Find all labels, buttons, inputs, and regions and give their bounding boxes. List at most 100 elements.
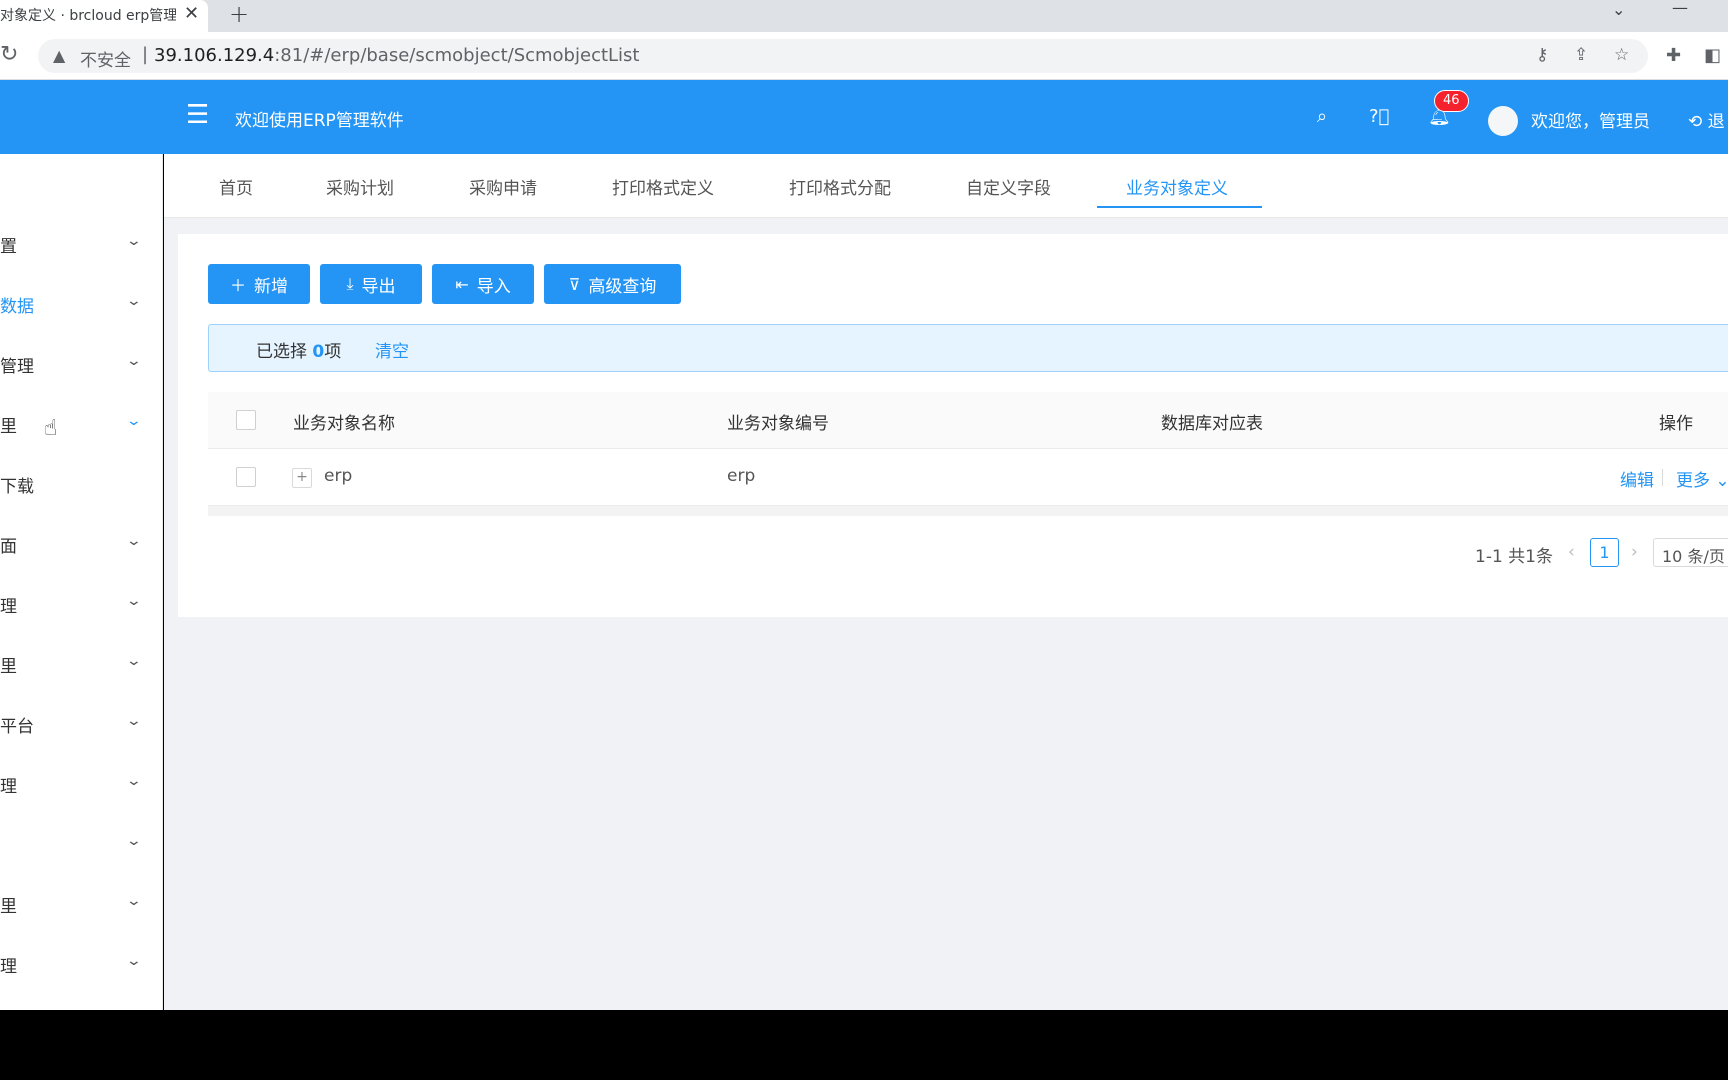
user-greeting[interactable]: 欢迎您，管理员 [1531, 107, 1650, 132]
chevron-down-icon: ⌄ [125, 413, 143, 429]
sidebar-item-1[interactable]: 数据 ⌄ [0, 283, 163, 323]
column-header-name[interactable]: 业务对象名称 [293, 409, 395, 434]
table-row[interactable]: + erp erp 编辑 更多 ⌄ [208, 449, 1728, 506]
export-button-label: 导出 [361, 276, 396, 297]
chevron-down-icon: ⌄ [125, 653, 143, 669]
more-dropdown[interactable]: 更多 ⌄ [1676, 466, 1728, 491]
sidebar-item-4[interactable]: 下载 [0, 463, 163, 503]
logout-label: 退 [1707, 112, 1725, 132]
column-header-actions: 操作 [1659, 414, 1693, 434]
sidebar: 置 ⌄ 数据 ⌄ 管理 ⌄ 里 ⌄ 下载 面 ⌄ 理 ⌄ 里 ⌄ 平台 ⌄ 理 … [0, 154, 163, 1010]
table-scrollbar-track[interactable] [208, 506, 1728, 516]
plus-icon: ＋ [229, 276, 246, 295]
add-button[interactable]: ＋ 新增 [208, 264, 310, 304]
sidebar-item-label: 置 [0, 237, 17, 257]
sidebar-item-2[interactable]: 管理 ⌄ [0, 343, 163, 383]
star-icon[interactable]: ☆ [1614, 45, 1629, 65]
page-size-select[interactable]: 10 条/页 [1653, 538, 1728, 567]
row-checkbox[interactable] [236, 467, 256, 487]
reload-icon[interactable]: ↻ [0, 42, 18, 67]
menu-fold-icon[interactable]: ☰ [186, 100, 209, 130]
chevron-down-icon: ⌄ [125, 353, 143, 369]
browser-tab[interactable]: 对象定义 · brcloud erp管理 ✕ [0, 0, 208, 32]
new-tab-button[interactable]: + [229, 0, 249, 28]
tab-search-chevron-icon[interactable]: ⌄ [1612, 0, 1625, 19]
address-bar[interactable]: ▲ 不安全 | 39.106.129.4:81/#/erp/base/scmob… [38, 39, 1648, 73]
clear-selection-link[interactable]: 清空 [375, 337, 409, 362]
active-tab-indicator [1097, 206, 1262, 208]
sidebar-item-6[interactable]: 理 ⌄ [0, 583, 163, 623]
chevron-down-icon: ⌄ [1715, 471, 1728, 491]
url-text[interactable]: 39.106.129.4:81/#/erp/base/scmobject/Scm… [154, 45, 639, 66]
action-divider [1662, 469, 1663, 486]
logout-button[interactable]: ⟲ 退 [1688, 107, 1725, 132]
warning-icon[interactable]: ▲ [53, 46, 65, 65]
tab-home[interactable]: 首页 [219, 174, 253, 199]
url-host: 39.106.129.4 [154, 45, 275, 66]
sidebar-item-12[interactable]: 理 ⌄ [0, 943, 163, 983]
screen-bottom-bar [0, 1010, 1728, 1080]
sidebar-item-11[interactable]: 里 ⌄ [0, 883, 163, 923]
key-icon[interactable]: ⚷ [1536, 45, 1548, 65]
sidebar-item-label: 数据 [0, 297, 34, 317]
tab-print-format-assignment[interactable]: 打印格式分配 [789, 174, 891, 199]
insecure-label[interactable]: 不安全 [80, 46, 131, 71]
sidebar-item-7[interactable]: 里 ⌄ [0, 643, 163, 683]
extensions-icon[interactable]: ✚ [1666, 45, 1681, 66]
page-number-current[interactable]: 1 [1590, 538, 1619, 567]
sidebar-item-3[interactable]: 里 ⌄ [0, 403, 163, 443]
download-icon: ⤓ [346, 274, 354, 293]
import-button[interactable]: ⇤ 导入 [432, 264, 534, 304]
browser-toolbar: ↻ ▲ 不安全 | 39.106.129.4:81/#/erp/base/scm… [0, 32, 1728, 80]
sidebar-item-8[interactable]: 平台 ⌄ [0, 703, 163, 743]
select-all-checkbox[interactable] [236, 410, 256, 430]
sidebar-item-label: 理 [0, 777, 17, 797]
share-icon[interactable]: ⇪ [1574, 45, 1588, 65]
table-header: 业务对象名称 业务对象编号 数据库对应表 操作 [208, 392, 1728, 449]
selection-suffix: 项 [324, 342, 342, 362]
close-tab-icon[interactable]: ✕ [184, 3, 199, 24]
tab-purchase-request[interactable]: 采购申请 [469, 174, 537, 199]
tab-purchase-plan[interactable]: 采购计划 [326, 174, 394, 199]
export-button[interactable]: ⤓ 导出 [320, 264, 422, 304]
sidebar-item-label: 里 [0, 417, 17, 437]
sidebar-item-10[interactable]: ⌄ [0, 823, 163, 863]
column-header-code[interactable]: 业务对象编号 [727, 409, 829, 434]
logout-icon: ⟲ [1688, 112, 1703, 132]
address-separator: | [142, 44, 149, 65]
avatar[interactable] [1488, 106, 1518, 136]
page-tabs: 首页 采购计划 采购申请 打印格式定义 打印格式分配 自定义字段 业务对象定义 [164, 154, 1728, 218]
edit-link[interactable]: 编辑 [1620, 466, 1654, 491]
url-path: :81/#/erp/base/scmobject/ScmobjectList [274, 45, 640, 66]
help-icon[interactable]: ?⃝ [1369, 106, 1389, 127]
side-panel-icon[interactable]: ◧ [1704, 45, 1721, 66]
sidebar-item-label: 平台 [0, 717, 34, 737]
browser-tab-strip: 对象定义 · brcloud erp管理 ✕ + ⌄ — [0, 0, 1728, 32]
chevron-down-icon: ⌄ [125, 593, 143, 609]
minimize-icon[interactable]: — [1672, 0, 1688, 17]
tab-print-format-definition[interactable]: 打印格式定义 [612, 174, 714, 199]
tab-custom-fields[interactable]: 自定义字段 [966, 174, 1051, 199]
search-icon[interactable]: ⌕ [1317, 106, 1327, 127]
sidebar-item-5[interactable]: 面 ⌄ [0, 523, 163, 563]
expand-row-icon[interactable]: + [292, 468, 312, 488]
filter-icon: ⊽ [568, 274, 581, 294]
cell-code: erp [727, 466, 756, 486]
chevron-down-icon: ⌄ [125, 773, 143, 789]
sidebar-item-label: 下载 [0, 477, 34, 497]
browser-tab-title: 对象定义 · brcloud erp管理 [0, 8, 176, 24]
sidebar-item-label: 里 [0, 657, 17, 677]
chevron-down-icon: ⌄ [125, 293, 143, 309]
selection-info-bar: 已选择 0项 清空 [208, 324, 1728, 372]
column-header-db-table[interactable]: 数据库对应表 [1161, 409, 1263, 434]
app-header: ☰ 欢迎使用ERP管理软件 ⌕ ?⃝ 🔔︎ [0, 80, 1728, 154]
prev-page-icon[interactable]: ‹ [1568, 542, 1575, 562]
next-page-icon[interactable]: › [1631, 542, 1638, 562]
advanced-query-button[interactable]: ⊽ 高级查询 [544, 264, 681, 304]
sidebar-item-label: 理 [0, 957, 17, 977]
sidebar-item-0[interactable]: 置 ⌄ [0, 223, 163, 263]
sidebar-item-9[interactable]: 理 ⌄ [0, 763, 163, 803]
chevron-down-icon: ⌄ [125, 713, 143, 729]
tab-business-object-definition[interactable]: 业务对象定义 [1126, 174, 1228, 199]
import-button-label: 导入 [476, 276, 511, 297]
